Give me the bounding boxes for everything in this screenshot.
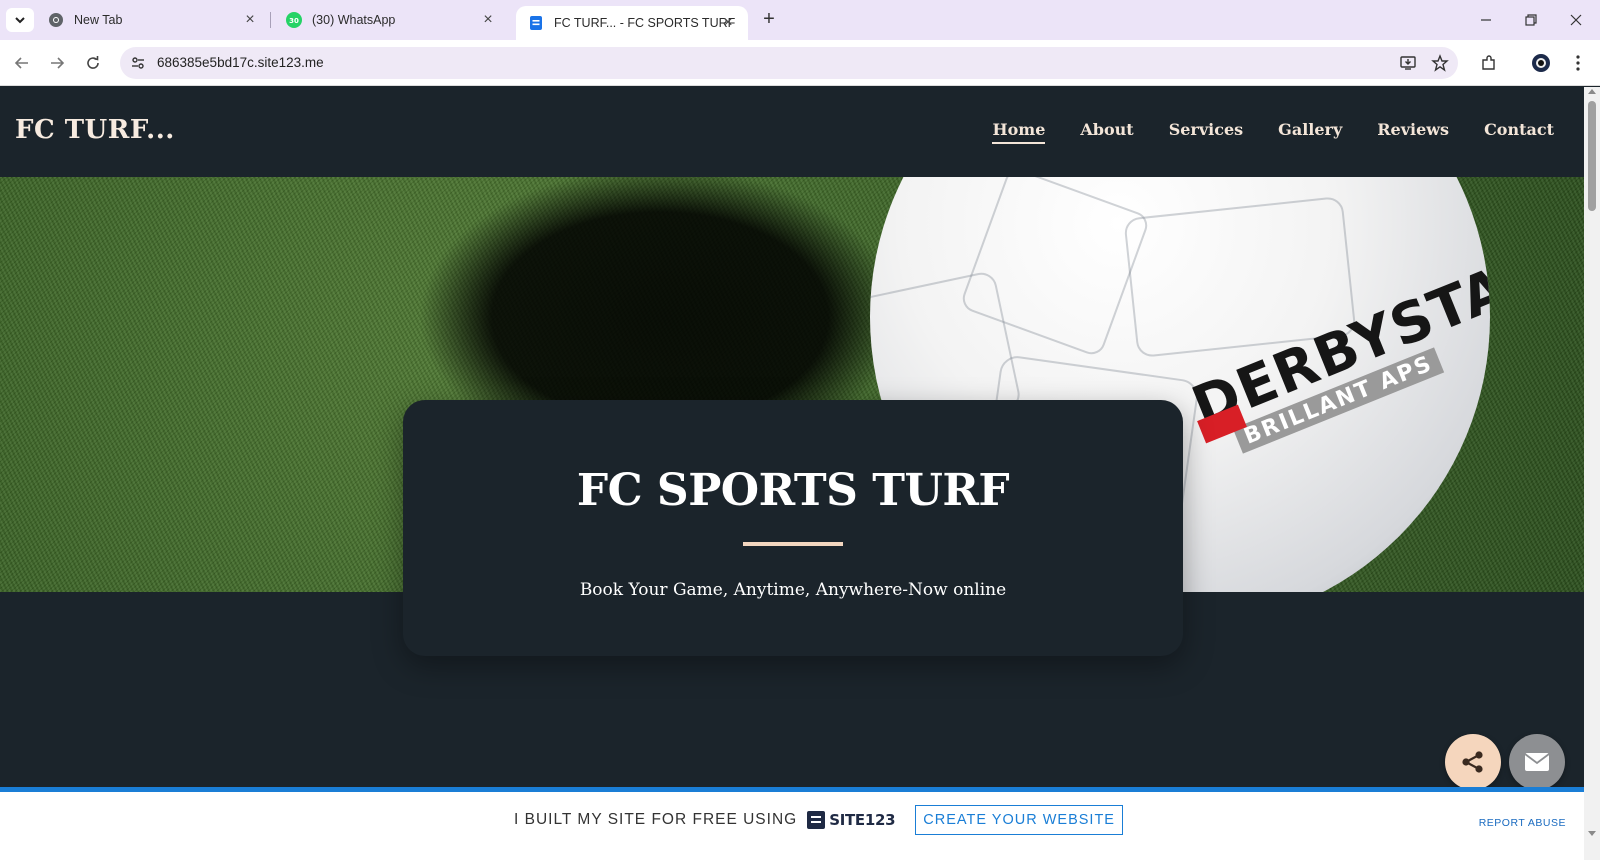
scroll-down-icon[interactable] <box>1588 831 1596 836</box>
chevron-down-icon <box>15 17 25 24</box>
site-info-icon[interactable] <box>128 53 148 73</box>
tab-divider <box>270 12 271 28</box>
site-logo[interactable]: FC TURF... <box>15 115 175 145</box>
scroll-up-icon[interactable] <box>1588 89 1596 94</box>
restore-icon[interactable] <box>1519 8 1543 32</box>
close-icon[interactable]: × <box>242 12 258 28</box>
whatsapp-badge: 30 <box>289 17 299 25</box>
share-button[interactable] <box>1445 734 1501 790</box>
address-bar[interactable]: 686385e5bd17c.site123.me <box>120 47 1458 79</box>
close-icon[interactable]: × <box>720 15 736 31</box>
tab-title: FC TURF... - FC SPORTS TURF <box>554 16 736 30</box>
page-scrollbar[interactable] <box>1584 87 1600 860</box>
page-title: FC SPORTS TURF <box>576 465 1010 516</box>
website-viewport: FC TURF... Home About Services Gallery R… <box>0 87 1584 860</box>
site123-logo-icon <box>807 811 826 829</box>
browser-toolbar: 686385e5bd17c.site123.me <box>0 40 1600 86</box>
nav-about[interactable]: About <box>1080 120 1133 139</box>
more-menu-icon[interactable] <box>1567 52 1589 74</box>
reload-icon[interactable] <box>82 52 104 74</box>
url-text: 686385e5bd17c.site123.me <box>157 55 324 70</box>
create-website-button[interactable]: CREATE YOUR WEBSITE <box>915 805 1123 835</box>
bookmark-star-icon[interactable] <box>1430 53 1450 73</box>
report-abuse-link[interactable]: REPORT ABUSE <box>1479 817 1566 829</box>
email-button[interactable] <box>1509 734 1565 790</box>
scrollbar-thumb[interactable] <box>1588 101 1596 211</box>
window-close-icon[interactable] <box>1564 8 1588 32</box>
nav-reviews[interactable]: Reviews <box>1377 120 1449 139</box>
site123-promo-bar: I BUILT MY SITE FOR FREE USING SITE123 C… <box>0 787 1584 860</box>
chrome-icon <box>48 12 64 28</box>
tab-search-button[interactable] <box>6 8 34 32</box>
nav-home[interactable]: Home <box>992 120 1045 144</box>
tab-whatsapp[interactable]: 30 (30) WhatsApp × <box>272 0 508 40</box>
promo-text: I BUILT MY SITE FOR FREE USING <box>514 811 798 828</box>
site123-logo[interactable]: SITE123 <box>807 811 896 829</box>
minimize-icon[interactable] <box>1474 8 1498 32</box>
close-icon[interactable]: × <box>480 12 496 28</box>
tab-strip: New Tab × 30 (30) WhatsApp × FC TURF... … <box>0 0 1600 40</box>
nav-contact[interactable]: Contact <box>1484 120 1554 139</box>
tab-title: (30) WhatsApp <box>312 13 396 27</box>
profile-avatar-icon[interactable] <box>1530 52 1552 74</box>
title-divider <box>743 542 843 546</box>
hero-card: FC SPORTS TURF Book Your Game, Anytime, … <box>403 400 1183 656</box>
tab-new-tab[interactable]: New Tab × <box>36 0 270 40</box>
whatsapp-icon: 30 <box>286 12 302 28</box>
tab-title: New Tab <box>74 13 123 27</box>
site123-logo-text: SITE123 <box>829 811 896 829</box>
back-icon[interactable] <box>11 52 33 74</box>
install-app-icon[interactable] <box>1398 53 1418 73</box>
forward-icon[interactable] <box>46 52 68 74</box>
envelope-icon <box>1524 753 1550 771</box>
main-nav: Home About Services Gallery Reviews Cont… <box>957 120 1554 144</box>
hero-subtitle: Book Your Game, Anytime, Anywhere-Now on… <box>579 580 1007 600</box>
site123-page-icon <box>528 15 544 31</box>
share-icon <box>1462 751 1483 773</box>
tab-fc-turf[interactable]: FC TURF... - FC SPORTS TURF × <box>516 6 748 40</box>
nav-gallery[interactable]: Gallery <box>1278 120 1342 139</box>
site-header: FC TURF... Home About Services Gallery R… <box>0 87 1584 177</box>
new-tab-button[interactable]: + <box>758 9 780 31</box>
extensions-icon[interactable] <box>1478 52 1500 74</box>
nav-services[interactable]: Services <box>1169 120 1243 139</box>
